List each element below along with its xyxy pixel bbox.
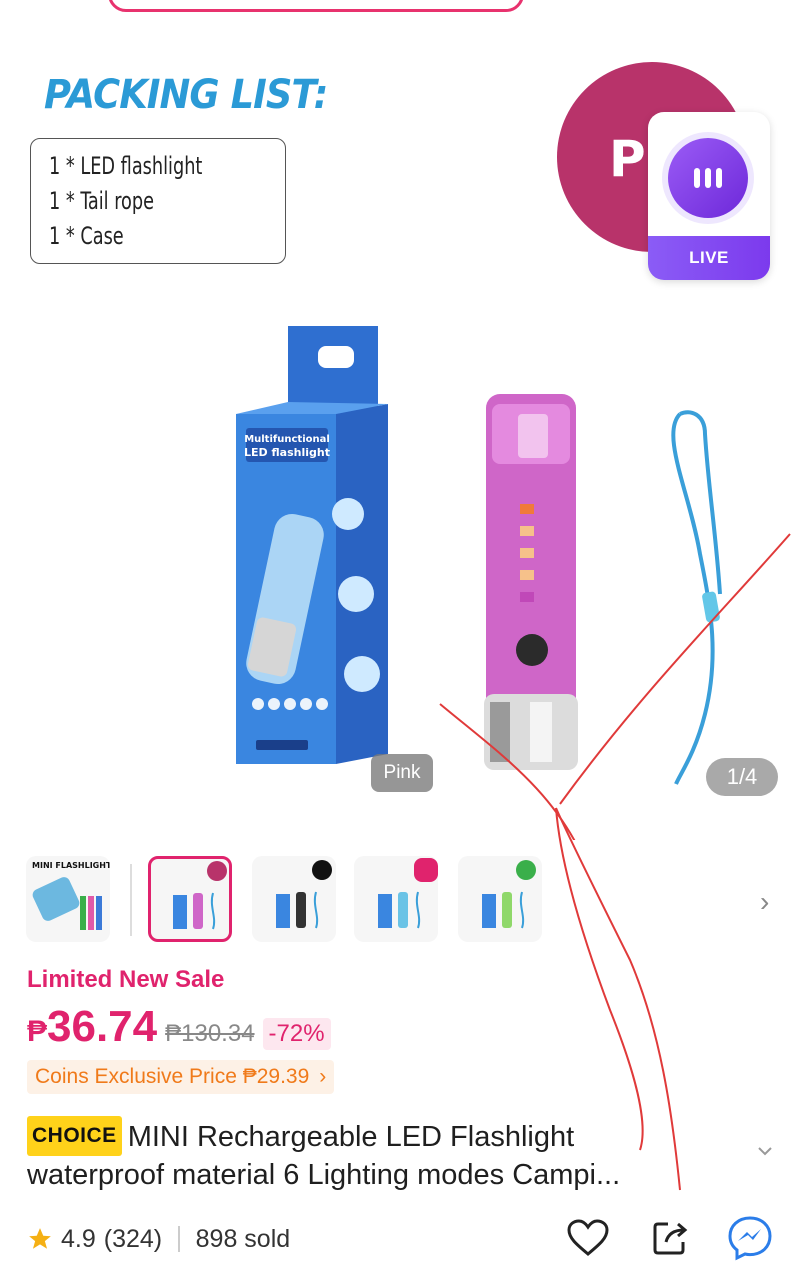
svg-text:LED flashlight: LED flashlight: [244, 446, 330, 459]
original-price: ₱130.34: [165, 1020, 255, 1047]
chevron-down-icon[interactable]: [756, 1142, 774, 1160]
sold-count: 898 sold: [195, 1224, 291, 1253]
title-text: MINI Rechargeable LED Flashlight: [127, 1121, 575, 1153]
product-title[interactable]: CHOICE MINI Rechargeable LED Flashlight w…: [27, 1116, 747, 1194]
thumbnail-item[interactable]: MINI FLASHLIGHT: [26, 856, 110, 942]
star-icon: [29, 1228, 51, 1249]
coins-price-link[interactable]: Coins Exclusive Price ₱29.39 ›: [27, 1060, 335, 1094]
price-row: ₱ 36.74 ₱130.34 -72%: [27, 1002, 331, 1054]
thumbnail-item[interactable]: [148, 856, 232, 942]
share-button[interactable]: [646, 1214, 694, 1262]
thumbnail-item[interactable]: [354, 856, 438, 942]
rating-row: 4.9 (324) 898 sold: [27, 1222, 290, 1256]
review-count: (324): [103, 1224, 163, 1253]
svg-text:Multifunctional: Multifunctional: [244, 434, 330, 445]
live-stream-card[interactable]: LIVE: [648, 112, 770, 280]
live-bars-icon: [668, 138, 748, 218]
thumbnail-separator: [130, 864, 132, 936]
page-indicator: 1/4: [706, 758, 778, 796]
product-title-line: CHOICE MINI Rechargeable LED Flashlight: [27, 1116, 747, 1156]
heart-icon: [567, 1219, 609, 1256]
flashlight-image: [484, 394, 578, 770]
product-title-line: waterproof material 6 Lighting modes Cam…: [27, 1159, 621, 1191]
divider: [178, 1226, 180, 1252]
variant-chip: Pink: [371, 754, 433, 792]
live-label: LIVE: [648, 236, 770, 280]
packaging-box-image: Multifunctional LED flashlight: [236, 326, 388, 764]
coins-price-text: Coins Exclusive Price ₱29.39: [35, 1065, 310, 1088]
thumbnail-item[interactable]: [252, 856, 336, 942]
choice-tag: CHOICE: [27, 1116, 122, 1156]
svg-text:MINI FLASHLIGHT: MINI FLASHLIGHT: [32, 861, 110, 870]
thumbnail-strip: MINI FLASHLIGHT ›: [0, 856, 804, 946]
current-price: 36.74: [47, 1002, 158, 1051]
messenger-icon: [728, 1216, 772, 1261]
sale-label: Limited New Sale: [27, 966, 225, 993]
wishlist-button[interactable]: [564, 1214, 612, 1262]
thumbnail-item[interactable]: [458, 856, 542, 942]
currency-symbol: ₱: [27, 1015, 48, 1048]
messenger-button[interactable]: [726, 1214, 774, 1262]
chevron-right-icon: ›: [319, 1065, 327, 1088]
share-icon: [653, 1222, 688, 1255]
discount-badge: -72%: [262, 1018, 331, 1050]
rating-value: 4.9: [61, 1224, 96, 1253]
search-bar[interactable]: [108, 0, 524, 12]
chevron-right-icon[interactable]: ›: [760, 886, 769, 918]
product-image-gallery[interactable]: PACKING LIST: 1 * LED flashlight 1 * Tai…: [0, 14, 804, 840]
